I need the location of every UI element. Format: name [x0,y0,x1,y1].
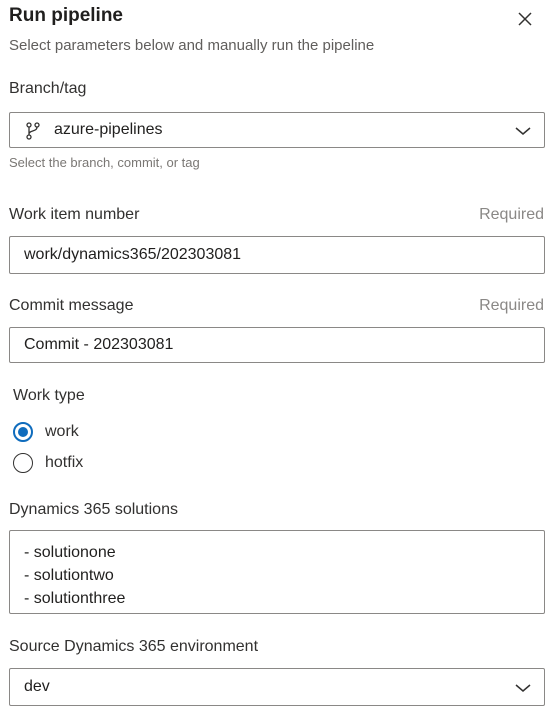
work-item-required: Required [479,206,544,223]
commit-input[interactable]: Commit - 202303081 [9,327,545,363]
solution-line: - solutionthree [24,590,126,607]
radio-unselected[interactable] [13,453,33,473]
solution-line: - solutiontwo [24,567,114,584]
solutions-label: Dynamics 365 solutions [9,501,178,518]
commit-label: Commit message [9,297,134,314]
work-type-label: Work type [13,387,85,404]
chevron-down-icon [515,127,531,135]
commit-required: Required [479,297,544,314]
branch-label: Branch/tag [9,80,87,97]
solution-line: - solutionone [24,544,116,561]
branch-value: azure-pipelines [54,121,163,138]
page-subtitle: Select parameters below and manually run… [9,37,375,54]
solutions-lines: - solutionone - solutiontwo - solutionth… [24,541,125,610]
commit-value: Commit - 202303081 [24,336,174,353]
work-type-option-label: work [45,423,79,440]
source-env-value: dev [24,678,50,695]
branch-icon [26,122,40,140]
work-type-option-work[interactable]: work [13,422,79,442]
work-item-value: work/dynamics365/202303081 [24,246,242,263]
source-env-label: Source Dynamics 365 environment [9,638,259,655]
work-type-option-label: hotfix [45,454,84,471]
work-item-label: Work item number [9,206,140,223]
chevron-down-icon [515,684,531,692]
solutions-textarea[interactable]: - solutionone - solutiontwo - solutionth… [9,530,545,614]
work-item-input[interactable]: work/dynamics365/202303081 [9,236,545,274]
page-title: Run pipeline [9,5,123,26]
radio-selected[interactable] [13,422,33,442]
branch-hint: Select the branch, commit, or tag [9,155,200,170]
close-icon [518,12,532,26]
source-env-dropdown[interactable]: dev [9,668,545,706]
branch-dropdown[interactable]: azure-pipelines [9,112,545,148]
work-type-option-hotfix[interactable]: hotfix [13,453,83,473]
close-button[interactable] [512,6,538,32]
